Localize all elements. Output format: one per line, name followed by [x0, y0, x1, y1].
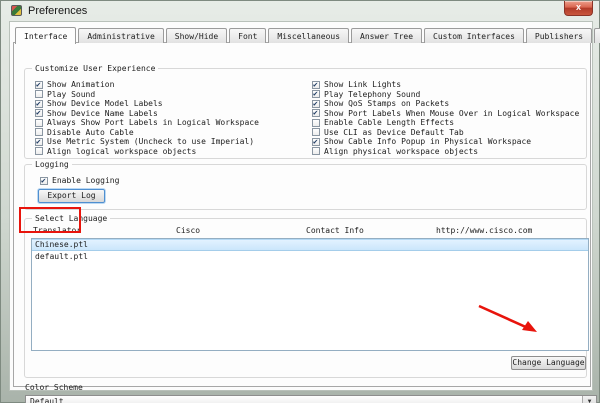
close-icon[interactable]: x — [564, 1, 593, 16]
tab-interface[interactable]: Interface — [15, 27, 76, 44]
list-item[interactable]: default.ptl — [32, 251, 588, 262]
color-scheme-value: Default — [30, 397, 64, 403]
language-list: Chinese.ptldefault.ptl — [31, 238, 589, 351]
title-bar: Preferences x — [1, 1, 599, 21]
column-header-url: http://www.cisco.com — [436, 226, 532, 235]
change-language-button[interactable]: Change Language — [511, 356, 586, 370]
checkbox[interactable] — [35, 90, 43, 98]
export-log-button[interactable]: Export Log — [38, 189, 105, 203]
column-header-cisco: Cisco — [176, 226, 200, 235]
column-header-translator: Translator — [33, 226, 81, 235]
checkbox-label: Play Telephony Sound — [324, 90, 420, 99]
window-title: Preferences — [28, 5, 87, 17]
app-icon — [11, 5, 22, 16]
checkbox-row: Show QoS Stamps on Packets — [312, 99, 579, 109]
dialog-client-area: InterfaceAdministrativeShow/HideFontMisc… — [9, 21, 593, 391]
logging-group: Logging Enable Logging Export Log — [24, 164, 587, 210]
checkbox-row: Show Port Labels When Mouse Over in Logi… — [312, 109, 579, 119]
customize-user-experience-group: Customize User Experience Show Animation… — [24, 68, 587, 159]
checkbox-row: Show Device Name Labels — [35, 109, 259, 119]
group-title: Logging — [32, 160, 72, 169]
checkbox-row: Show Link Lights — [312, 80, 579, 90]
checkbox-label: Use CLI as Device Default Tab — [324, 128, 464, 137]
checkbox-row: Play Telephony Sound — [312, 90, 579, 100]
checkbox[interactable] — [312, 119, 320, 127]
checkbox[interactable] — [35, 128, 43, 136]
checkbox[interactable] — [35, 119, 43, 127]
checkbox[interactable] — [35, 100, 43, 108]
checkbox-label: Show QoS Stamps on Packets — [324, 99, 449, 108]
checkbox-label: Show Animation — [47, 80, 114, 89]
checkbox-label: Show Cable Info Popup in Physical Worksp… — [324, 137, 531, 146]
checkbox[interactable] — [35, 81, 43, 89]
checkbox-label: Always Show Port Labels in Logical Works… — [47, 118, 259, 127]
group-title: Select Language — [32, 214, 110, 223]
checkbox[interactable] — [312, 90, 320, 98]
checkbox[interactable] — [312, 109, 320, 117]
list-item[interactable]: Chinese.ptl — [32, 239, 588, 251]
checkbox-label: Show Link Lights — [324, 80, 401, 89]
checkbox-row: Disable Auto Cable — [35, 128, 259, 138]
checkbox-row: Always Show Port Labels in Logical Works… — [35, 118, 259, 128]
checkbox-label: Show Port Labels When Mouse Over in Logi… — [324, 109, 579, 118]
checkbox-label: Disable Auto Cable — [47, 128, 134, 137]
checkbox[interactable] — [35, 109, 43, 117]
interface-tab-panel: Customize User Experience Show Animation… — [13, 42, 591, 387]
checkbox-label: Align logical workspace objects — [47, 147, 196, 156]
checkbox[interactable] — [312, 100, 320, 108]
checkbox[interactable] — [312, 81, 320, 89]
checkbox-row: Enable Logging — [40, 176, 119, 186]
select-language-group: Select Language Translator Cisco Contact… — [24, 218, 587, 378]
color-scheme-dropdown[interactable]: Default ▼ — [25, 395, 597, 403]
preferences-window: { "window": { "title": "Preferences", "c… — [0, 0, 600, 403]
enable-logging-checkbox[interactable] — [40, 177, 48, 185]
checkbox-label: Show Device Name Labels — [47, 109, 158, 118]
checkbox-label: Enable Logging — [52, 176, 119, 185]
checkbox-row: Show Device Model Labels — [35, 99, 259, 109]
checkbox-row: Play Sound — [35, 90, 259, 100]
tab-image-cleanup[interactable]: Image Cleanup — [594, 28, 600, 43]
checkbox-row: Show Cable Info Popup in Physical Worksp… — [312, 137, 579, 147]
tab-answer-tree[interactable]: Answer Tree — [351, 28, 422, 43]
checkbox-row: Use CLI as Device Default Tab — [312, 128, 579, 138]
checkbox-label: Align physical workspace objects — [324, 147, 478, 156]
checkbox-label: Enable Cable Length Effects — [324, 118, 454, 127]
checkbox-label: Play Sound — [47, 90, 95, 99]
tab-bar: InterfaceAdministrativeShow/HideFontMisc… — [15, 27, 600, 43]
group-title: Customize User Experience — [32, 64, 158, 73]
checkbox-row: Use Metric System (Uncheck to use Imperi… — [35, 137, 259, 147]
checkbox[interactable] — [35, 147, 43, 155]
checkbox[interactable] — [312, 147, 320, 155]
checkbox[interactable] — [312, 128, 320, 136]
column-header-contact-info: Contact Info — [306, 226, 364, 235]
checkbox[interactable] — [35, 138, 43, 146]
checkbox-row: Align logical workspace objects — [35, 147, 259, 157]
tab-font[interactable]: Font — [229, 28, 266, 43]
checkbox-label: Show Device Model Labels — [47, 99, 163, 108]
tab-show-hide[interactable]: Show/Hide — [166, 28, 227, 43]
tab-publishers[interactable]: Publishers — [526, 28, 592, 43]
checkbox-label: Use Metric System (Uncheck to use Imperi… — [47, 137, 254, 146]
tab-custom-interfaces[interactable]: Custom Interfaces — [424, 28, 524, 43]
tab-miscellaneous[interactable]: Miscellaneous — [268, 28, 349, 43]
color-scheme-label: Color Scheme — [25, 383, 83, 392]
checkbox-row: Show Animation — [35, 80, 259, 90]
checkbox-row: Align physical workspace objects — [312, 147, 579, 157]
checkbox-row: Enable Cable Length Effects — [312, 118, 579, 128]
customize-left-column: Show AnimationPlay SoundShow Device Mode… — [35, 80, 259, 156]
tab-administrative[interactable]: Administrative — [78, 28, 163, 43]
checkbox[interactable] — [312, 138, 320, 146]
chevron-down-icon: ▼ — [582, 396, 596, 403]
customize-right-column: Show Link LightsPlay Telephony SoundShow… — [312, 80, 579, 156]
